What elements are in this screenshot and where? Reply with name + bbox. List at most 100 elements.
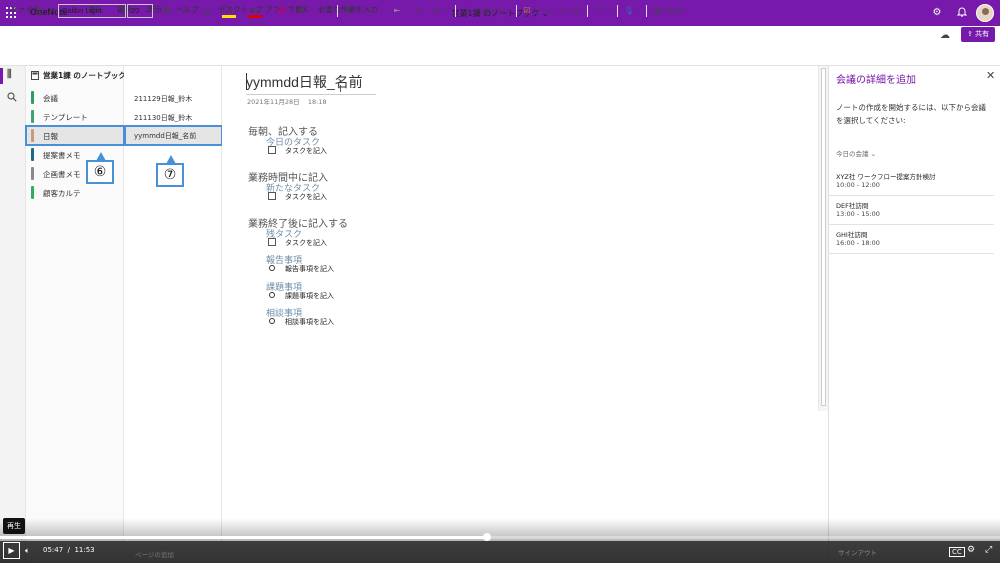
- checkbox-icon[interactable]: [268, 192, 276, 200]
- format-painter-icon[interactable]: A̶: [294, 4, 308, 18]
- video-settings-gear-icon[interactable]: ⚙: [967, 545, 975, 555]
- font-color-dropdown-icon[interactable]: ⌄: [262, 4, 270, 18]
- bullet-dropdown-icon[interactable]: ⌄: [354, 4, 362, 18]
- vertical-scrollbar[interactable]: [818, 66, 828, 411]
- indent-icon[interactable]: ⇥: [410, 4, 424, 18]
- page-item[interactable]: 211130日報_鈴木: [124, 108, 222, 126]
- italic-button[interactable]: I: [180, 4, 194, 18]
- bullet-circle-icon: [269, 265, 275, 271]
- bullet-circle-icon: [269, 292, 275, 298]
- notification-bell-icon[interactable]: [955, 6, 969, 20]
- scrollbar-thumb[interactable]: [821, 68, 826, 406]
- note-tags-button[interactable]: ノート シール ⌄: [535, 4, 589, 18]
- styles-button[interactable]: スタイル ⌄: [476, 4, 516, 18]
- undo-icon[interactable]: ↶: [6, 4, 20, 18]
- nav-strip: [0, 66, 26, 563]
- section-color-tab: [31, 148, 34, 161]
- text-cursor: [246, 73, 247, 90]
- clipboard-dropdown-icon[interactable]: ⌄: [46, 4, 54, 18]
- undo-dropdown-icon[interactable]: ⌄: [20, 4, 28, 18]
- share-icon: ⇪: [966, 30, 976, 38]
- play-icon[interactable]: ▶: [3, 542, 20, 559]
- fullscreen-icon[interactable]: ⤢: [985, 545, 992, 555]
- meeting-item[interactable]: GHI社訪問 16:00 - 18:00: [828, 225, 994, 254]
- video-progress-handle[interactable]: [483, 533, 491, 541]
- dictate-dropdown-icon[interactable]: ⌄: [635, 4, 643, 18]
- section-item[interactable]: 顧客カルテ: [26, 183, 124, 202]
- styles-icon: 🖌︎: [462, 6, 474, 15]
- share-button[interactable]: ⇪ 共有: [961, 27, 995, 42]
- highlight-pen-icon[interactable]: ✎: [222, 4, 236, 18]
- meeting-details-panel: [828, 66, 1000, 563]
- font-name-select[interactable]: Calibri Light ⌄: [58, 4, 126, 18]
- align-dropdown-icon[interactable]: ⌄: [443, 4, 451, 18]
- section-color-tab: [31, 167, 34, 180]
- ribbon-divider: [337, 5, 338, 17]
- section-item[interactable]: 会議: [26, 88, 124, 107]
- close-icon[interactable]: ✕: [986, 69, 995, 82]
- todays-meetings-dropdown[interactable]: 今日の会議 ⌄: [836, 148, 876, 158]
- captions-icon[interactable]: CC: [949, 547, 965, 557]
- note-tag-icon: ☑: [523, 6, 531, 15]
- align-icon[interactable]: ≡: [430, 4, 444, 18]
- user-avatar[interactable]: [976, 4, 994, 22]
- nav-active-indicator: [0, 68, 3, 84]
- ribbon-divider: [646, 5, 647, 17]
- section-color-tab: [31, 110, 34, 123]
- catchup-icon[interactable]: ☁: [938, 29, 952, 43]
- outdent-icon[interactable]: ⇤: [390, 4, 404, 18]
- dictate-microphone-icon[interactable]: 🎙︎: [622, 4, 636, 18]
- search-icon[interactable]: [7, 92, 17, 105]
- meeting-item[interactable]: XYZ社 ワークフロー提案方針検討 10:00 - 12:00: [828, 167, 994, 196]
- feed-button[interactable]: Feed: [666, 4, 692, 18]
- play-tooltip: 再生: [3, 518, 25, 534]
- meeting-item[interactable]: DEF社訪問 13:00 - 15:00: [828, 196, 994, 225]
- format-dropdown-icon[interactable]: ⌄: [310, 4, 318, 18]
- bullet-circle-icon: [269, 318, 275, 324]
- highlight-box-page: [124, 125, 223, 146]
- more-options-button[interactable]: ···: [320, 4, 334, 18]
- section-item[interactable]: テンプレート: [26, 107, 124, 126]
- panel-title: 会議の詳細を追加: [836, 75, 916, 86]
- bold-button[interactable]: B: [160, 4, 174, 18]
- report-item[interactable]: 報告事項を記入: [268, 264, 334, 274]
- bullet-list-icon[interactable]: ☰: [341, 4, 355, 18]
- chevron-down-icon: ⌄: [143, 8, 149, 14]
- underline-button[interactable]: U: [200, 4, 214, 18]
- panel-description: ノートの作成を開始するには、以下から会議を選択してください:: [836, 103, 986, 125]
- font-size-select[interactable]: 20 ⌄: [127, 4, 153, 18]
- spelling-dropdown-icon[interactable]: ⌄: [606, 4, 614, 18]
- ribbon-divider: [516, 5, 517, 17]
- settings-gear-icon[interactable]: ⚙: [930, 6, 944, 20]
- notebooks-icon[interactable]: ⫼: [7, 69, 12, 80]
- numbered-dropdown-icon[interactable]: ⌄: [378, 4, 386, 18]
- highlight-dropdown-icon[interactable]: ⌄: [236, 4, 244, 18]
- checkbox-icon[interactable]: [268, 238, 276, 246]
- signout-link[interactable]: サインアウト: [838, 547, 877, 557]
- page-title[interactable]: yymmdd日報_名前: [246, 72, 376, 95]
- highlight-box-section: [25, 125, 125, 146]
- notebook-title[interactable]: 営業1課 のノートブック ⌄: [43, 70, 135, 81]
- ibeam-cursor-icon: I: [339, 84, 342, 95]
- spelling-icon[interactable]: ᵃᵇᶜ: [592, 4, 606, 18]
- callout-seven: ⑦: [156, 155, 184, 187]
- font-color-icon[interactable]: A: [248, 4, 262, 18]
- clear-format-icon[interactable]: ⌫: [274, 4, 288, 18]
- page-datetime: 2021年11月28日 18:18: [247, 98, 327, 106]
- task-item[interactable]: タスクを記入: [268, 238, 327, 248]
- task-item[interactable]: タスクを記入: [268, 192, 327, 202]
- video-time: 05:47 / 11:53: [43, 546, 95, 554]
- numbered-list-icon[interactable]: ⒈: [365, 4, 379, 18]
- chevron-down-icon: ⌄: [116, 8, 122, 14]
- report-item[interactable]: 課題事項を記入: [268, 291, 334, 301]
- notebook-icon: [31, 71, 39, 82]
- clipboard-icon[interactable]: 📋︎: [32, 4, 46, 18]
- ribbon-divider: [617, 5, 618, 17]
- add-page-label: ページの追加: [135, 551, 174, 559]
- section-color-tab: [31, 186, 34, 199]
- checkbox-icon[interactable]: [268, 146, 276, 154]
- page-item[interactable]: 211129日報_鈴木: [124, 89, 222, 107]
- task-item[interactable]: タスクを記入: [268, 146, 327, 156]
- volume-icon[interactable]: 🔈︎: [25, 546, 30, 556]
- report-item[interactable]: 相談事項を記入: [268, 317, 334, 327]
